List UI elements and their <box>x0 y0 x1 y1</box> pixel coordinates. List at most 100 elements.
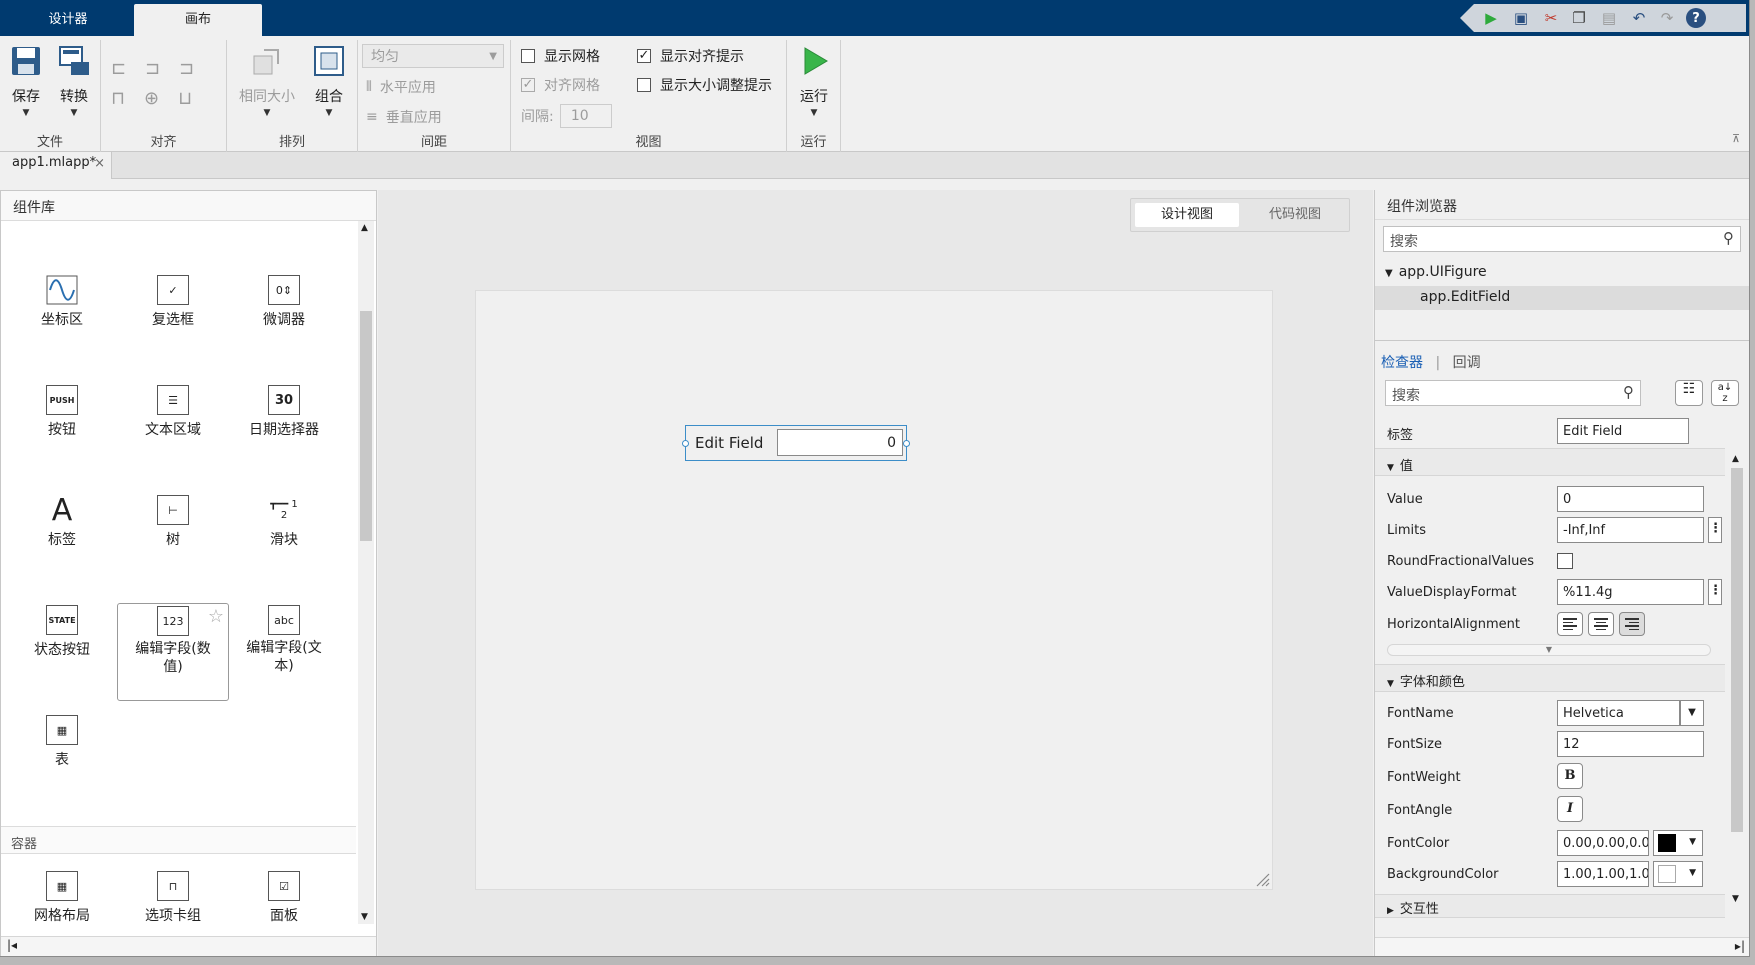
checkbox-icon: ✓ <box>157 275 189 305</box>
inspector-search-input[interactable]: 搜索 ⚲ <box>1385 380 1641 406</box>
tree-node-editfield[interactable]: app.EditField <box>1375 286 1749 310</box>
apply-vertical-button[interactable]: ≡ 垂直应用 <box>366 107 442 127</box>
browser-search-input[interactable]: 搜索 ⚲ <box>1383 226 1741 252</box>
expand-more-properties-icon[interactable]: ▼ <box>1387 644 1711 656</box>
tab-canvas[interactable]: 画布 <box>134 4 262 36</box>
library-item-state-button[interactable]: STATE 状态按钮 <box>6 605 118 701</box>
undo-icon[interactable]: ↶ <box>1628 7 1650 29</box>
scroll-left-end-icon[interactable]: |◂ <box>7 938 17 952</box>
library-item-label[interactable]: A 标签 <box>6 493 118 591</box>
tab-design-view[interactable]: 设计视图 <box>1135 203 1239 227</box>
library-item-button[interactable]: PUSH 按钮 <box>6 385 118 481</box>
same-size-button[interactable]: 相同大小 ▼ <box>235 44 299 118</box>
paste-icon[interactable]: ▤ <box>1598 7 1620 29</box>
section-value-header[interactable]: ▼ 值 <box>1375 448 1725 476</box>
run-icon[interactable]: ▶ <box>1480 7 1502 29</box>
section-font-header[interactable]: ▼ 字体和颜色 <box>1375 664 1725 692</box>
help-icon[interactable]: ? <box>1686 8 1706 28</box>
horizontal-spacing-icon: ⫴ <box>366 79 372 95</box>
scroll-down-icon[interactable]: ▼ <box>361 912 368 922</box>
library-item-numeric-editfield[interactable]: ☆ 123 编辑字段(数 值) <box>117 603 229 701</box>
convert-button[interactable]: 转换 ▼ <box>54 44 94 118</box>
tab-inspector[interactable]: 检查器 <box>1381 355 1423 371</box>
save-icon[interactable]: ▣ <box>1510 7 1532 29</box>
apply-horizontal-button[interactable]: ⫴ 水平应用 <box>366 77 436 97</box>
scroll-up-icon[interactable]: ▲ <box>1732 454 1739 464</box>
tab-callback[interactable]: 回调 <box>1453 355 1481 371</box>
inspector-horizontal-scrollbar[interactable]: ▸| <box>1375 937 1749 956</box>
copy-icon[interactable]: ❐ <box>1568 7 1590 29</box>
tab-designer[interactable]: 设计器 <box>14 4 122 36</box>
bold-toggle-icon[interactable]: B <box>1557 763 1583 789</box>
library-item-textarea[interactable]: ☰ 文本区域 <box>117 385 229 481</box>
group-button[interactable]: 组合 ▼ <box>307 44 351 118</box>
snap-grid-checkbox[interactable]: ✓ 对齐网格 <box>521 75 600 95</box>
resize-handle-right[interactable] <box>903 440 910 447</box>
resize-handle-left[interactable] <box>682 440 689 447</box>
collapse-ribbon-icon[interactable]: ⊼ <box>1732 132 1740 145</box>
library-item-slider[interactable]: ┳━━ 1 2 滑块 <box>228 495 340 591</box>
doc-tab-app1[interactable]: app1.mlapp* × <box>0 152 112 179</box>
group-view-icon[interactable]: ☷ <box>1675 380 1703 406</box>
library-item-text-editfield[interactable]: abc 编辑字段(文 本) <box>228 605 340 701</box>
close-icon[interactable]: × <box>94 156 105 171</box>
align-center-icon[interactable] <box>1588 612 1614 636</box>
edit-field-component[interactable]: Edit Field 0 <box>682 425 910 461</box>
value-display-format-field[interactable]: %11.4g <box>1557 579 1704 605</box>
limits-field[interactable]: -Inf,Inf <box>1557 517 1704 543</box>
spacing-mode-select[interactable]: 均匀 ▼ <box>362 44 504 68</box>
align-right-icon[interactable] <box>1619 612 1645 636</box>
bgcolor-field[interactable]: 1.00,1.00,1.0 <box>1557 861 1649 887</box>
label-text-field[interactable]: Edit Field <box>1557 418 1689 444</box>
scroll-down-icon[interactable]: ▼ <box>1732 894 1739 904</box>
fontname-select[interactable]: Helvetica <box>1557 700 1680 726</box>
round-fractional-checkbox[interactable] <box>1557 553 1573 569</box>
save-button[interactable]: 保存 ▼ <box>8 44 44 118</box>
section-interactivity-header[interactable]: ▶ 交互性 <box>1375 894 1725 918</box>
show-grid-checkbox[interactable]: 显示网格 <box>521 46 600 66</box>
format-more-icon[interactable]: ⋮ <box>1708 579 1722 605</box>
cut-icon[interactable]: ✂ <box>1540 7 1562 29</box>
check-icon: ✓ <box>637 48 651 63</box>
value-field[interactable]: 0 <box>1557 486 1704 512</box>
library-item-checkbox[interactable]: ✓ 复选框 <box>117 275 229 371</box>
show-align-hints-checkbox[interactable]: ✓ 显示对齐提示 <box>637 46 744 66</box>
fontcolor-field[interactable]: 0.00,0.00,0.0 <box>1557 830 1649 856</box>
tree-node-uifigure[interactable]: ▼ app.UIFigure <box>1385 264 1487 280</box>
italic-toggle-icon[interactable]: I <box>1557 796 1583 822</box>
library-scrollbar[interactable]: ▲ ▼ <box>358 221 374 924</box>
align-buttons-row-2[interactable]: ⊓⊕⊔ <box>111 88 211 109</box>
interval-stepper[interactable]: 10 <box>559 104 612 128</box>
library-item-axes[interactable]: 坐标区 <box>6 275 118 371</box>
fontsize-field[interactable]: 12 <box>1557 731 1704 757</box>
library-horizontal-scrollbar[interactable]: |◂ <box>1 936 376 956</box>
run-button[interactable]: 运行 ▼ <box>793 44 835 118</box>
ui-figure[interactable]: Edit Field 0 <box>475 290 1273 890</box>
library-item-table[interactable]: ▦ 表 <box>6 715 118 811</box>
scroll-right-end-icon[interactable]: ▸| <box>1735 939 1745 953</box>
library-item-spinner[interactable]: 0⇕ 微调器 <box>228 275 340 371</box>
component-library-panel: 组件库 坐标区 ✓ 复选框 0⇕ 微调器 PUSH 按钮 ☰ 文本区域 30 日期选择器 … <box>0 190 377 956</box>
redo-icon[interactable]: ↷ <box>1656 7 1678 29</box>
align-buttons-row-1[interactable]: ⊏⊐⊐ <box>111 58 213 79</box>
scroll-thumb[interactable] <box>360 311 372 541</box>
scroll-up-icon[interactable]: ▲ <box>361 223 368 233</box>
figure-resize-grip-icon[interactable] <box>1254 871 1270 887</box>
show-resize-hints-checkbox[interactable]: 显示大小调整提示 <box>637 75 772 95</box>
tab-code-view[interactable]: 代码视图 <box>1243 203 1347 227</box>
bgcolor-picker[interactable]: ▼ <box>1653 861 1703 887</box>
align-left-icon[interactable] <box>1557 612 1583 636</box>
star-icon[interactable]: ☆ <box>208 606 224 627</box>
fontcolor-picker[interactable]: ▼ <box>1653 830 1703 856</box>
edit-field-input[interactable]: 0 <box>777 429 903 456</box>
expand-icon[interactable]: ▼ <box>1385 268 1393 279</box>
inspector-scrollbar[interactable]: ▲ ▼ <box>1729 454 1745 904</box>
collapse-icon: ▼ <box>1387 463 1394 473</box>
limits-more-icon[interactable]: ⋮ <box>1708 517 1722 543</box>
chevron-down-icon[interactable]: ▼ <box>1680 700 1704 726</box>
sort-az-icon[interactable]: a↓ z <box>1711 380 1739 406</box>
spacing-section: 均匀 ▼ ⫴ 水平应用 ≡ 垂直应用 间距 <box>358 40 511 152</box>
library-item-tree[interactable]: ⊢ 树 <box>117 495 229 591</box>
scroll-thumb[interactable] <box>1731 468 1743 832</box>
library-item-datepicker[interactable]: 30 日期选择器 <box>228 385 340 481</box>
